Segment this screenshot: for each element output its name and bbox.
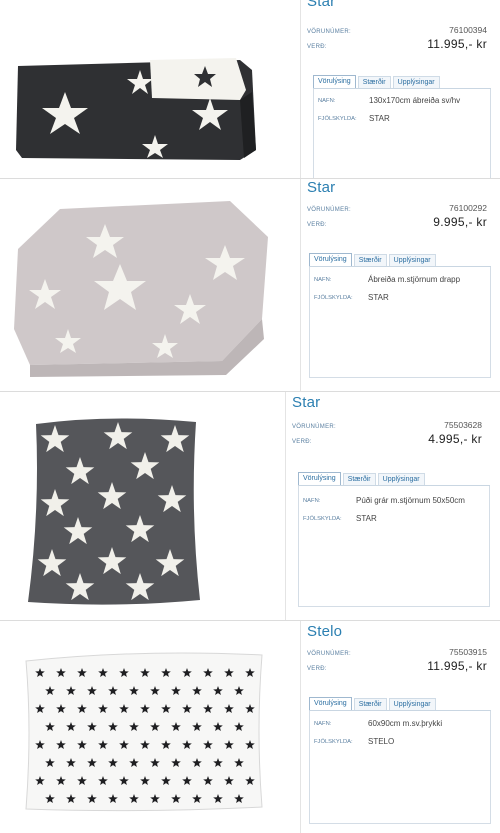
tab-sizes[interactable]: Stærðir (353, 254, 387, 266)
family-label: FJÖLSKYLDA: (314, 739, 353, 745)
product-image-2[interactable] (0, 179, 295, 391)
family-label: FJÖLSKYLDA: (314, 295, 353, 301)
product-card-1: Star VÖRUNÚMER: 76100394 VERÐ: 11.995,- … (0, 0, 500, 178)
family-label: FJÖLSKYLDA: (318, 116, 357, 122)
product-image-1[interactable] (0, 0, 295, 178)
detail-panel: NAFN: 130x170cm ábreiða sv/hv FJÖLSKYLDA… (313, 89, 491, 178)
tab-info[interactable]: Upplýsingar (377, 473, 425, 485)
sku-label: VÖRUNÚMER: (292, 424, 337, 430)
price-label: VERÐ: (307, 222, 327, 228)
tab-description[interactable]: Vörulýsing (298, 472, 341, 485)
price-label: VERÐ: (292, 439, 312, 445)
price-value: 11.995,- kr (427, 37, 487, 51)
product-tabs: Vörulýsing Stærðir Upplýsingar (309, 251, 491, 267)
product-tabs: Vörulýsing Stærðir Upplýsingar (309, 695, 491, 711)
sku-value: 75503628 (444, 420, 482, 430)
price-value: 4.995,- kr (428, 432, 482, 446)
sku-label: VÖRUNÚMER: (307, 207, 352, 213)
tab-description[interactable]: Vörulýsing (309, 253, 352, 266)
sku-value: 76100292 (449, 203, 487, 213)
tab-info[interactable]: Upplýsingar (388, 254, 436, 266)
name-label: NAFN: (314, 277, 332, 283)
name-value: 130x170cm ábreiða sv/hv (369, 96, 461, 105)
product-image-4[interactable] (0, 621, 295, 833)
product-info-4: Stelo VÖRUNÚMER: 75503915 VERÐ: 11.995,-… (300, 621, 495, 833)
white-star-pillow-image (0, 621, 295, 833)
product-tabs: Vörulýsing Stærðir Upplýsingar (313, 73, 491, 89)
sku-value: 75503915 (449, 647, 487, 657)
tab-sizes[interactable]: Stærðir (342, 473, 376, 485)
detail-panel: NAFN: Púði grár m.stjörnum 50x50cm FJÖLS… (298, 486, 490, 607)
name-value: Ábreiða m.stjörnum drapp (368, 275, 461, 284)
price-label: VERÐ: (307, 44, 327, 50)
tab-description[interactable]: Vörulýsing (309, 697, 352, 710)
tab-description[interactable]: Vörulýsing (313, 75, 356, 88)
tab-sizes[interactable]: Stærðir (357, 76, 391, 88)
family-value: STAR (369, 114, 390, 123)
dark-star-blanket-image (0, 0, 295, 178)
sku-label: VÖRUNÚMER: (307, 651, 352, 657)
product-card-2: Star VÖRUNÚMER: 76100292 VERÐ: 9.995,- k… (0, 179, 500, 391)
product-title[interactable]: Stelo (307, 623, 342, 640)
product-title[interactable]: Star (307, 0, 335, 10)
family-value: STAR (368, 293, 389, 302)
sku-value: 76100394 (449, 25, 487, 35)
name-label: NAFN: (314, 721, 332, 727)
price-value: 11.995,- kr (427, 659, 487, 673)
tab-sizes[interactable]: Stærðir (353, 698, 387, 710)
product-info-1: Star VÖRUNÚMER: 76100394 VERÐ: 11.995,- … (300, 0, 495, 178)
price-label: VERÐ: (307, 666, 327, 672)
tab-info[interactable]: Upplýsingar (388, 698, 436, 710)
family-value: STELO (368, 737, 395, 746)
name-value: Púði grár m.stjörnum 50x50cm (356, 496, 465, 505)
name-label: NAFN: (303, 498, 321, 504)
beige-star-blanket-image (0, 179, 295, 391)
detail-panel: NAFN: 60x90cm m.sv.þrykki FJÖLSKYLDA: ST… (309, 711, 491, 824)
product-card-4: Stelo VÖRUNÚMER: 75503915 VERÐ: 11.995,-… (0, 621, 500, 833)
product-info-2: Star VÖRUNÚMER: 76100292 VERÐ: 9.995,- k… (300, 179, 495, 391)
name-label: NAFN: (318, 98, 336, 104)
grey-star-cushion-image (0, 392, 280, 620)
product-info-3: Star VÖRUNÚMER: 75503628 VERÐ: 4.995,- k… (285, 392, 495, 620)
family-label: FJÖLSKYLDA: (303, 516, 342, 522)
sku-label: VÖRUNÚMER: (307, 29, 352, 35)
detail-panel: NAFN: Ábreiða m.stjörnum drapp FJÖLSKYLD… (309, 267, 491, 378)
family-value: STAR (356, 514, 377, 523)
product-image-3[interactable] (0, 392, 280, 620)
tab-info[interactable]: Upplýsingar (392, 76, 440, 88)
product-title[interactable]: Star (307, 179, 335, 196)
price-value: 9.995,- kr (433, 215, 487, 229)
name-value: 60x90cm m.sv.þrykki (368, 719, 443, 728)
product-card-3: Star VÖRUNÚMER: 75503628 VERÐ: 4.995,- k… (0, 392, 500, 620)
product-title[interactable]: Star (292, 394, 320, 411)
product-tabs: Vörulýsing Stærðir Upplýsingar (298, 470, 490, 486)
